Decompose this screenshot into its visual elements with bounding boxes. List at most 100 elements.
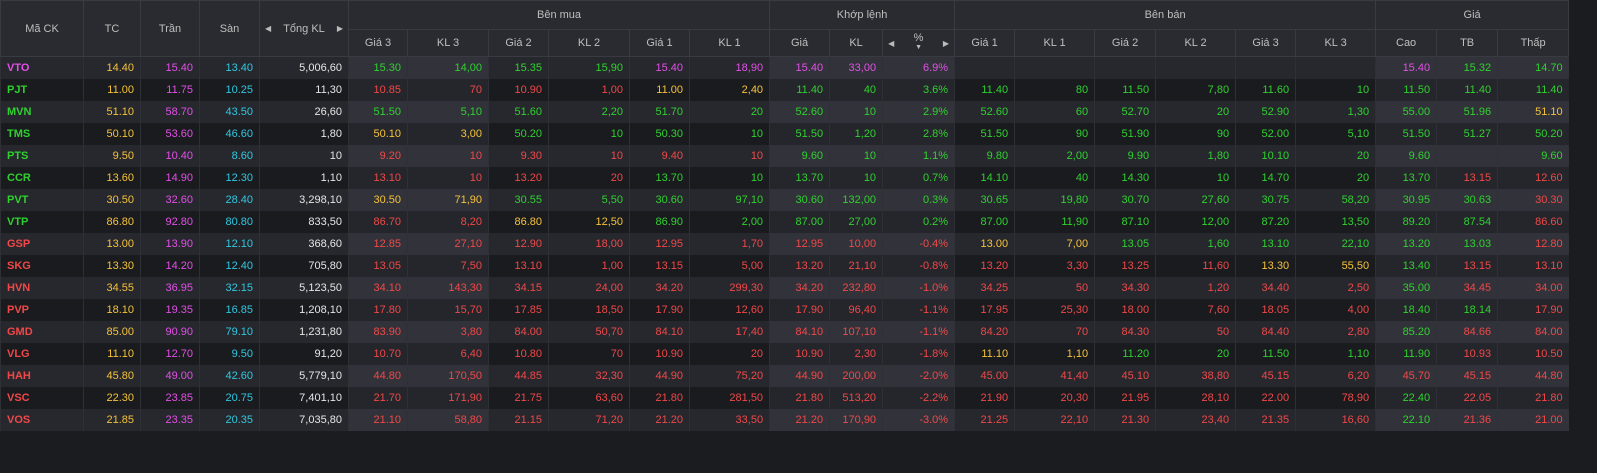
header-match-vol[interactable]: KL: [829, 29, 884, 57]
caret-left-icon[interactable]: ◀: [265, 24, 271, 33]
buy-price-3-cell: 44.80: [348, 365, 408, 387]
table-row[interactable]: VOS 21.85 23.35 20.35 7,035,80 21.10 58,80 21.1…: [0, 409, 1569, 431]
ref-price-cell: 9.50: [83, 145, 141, 167]
table-row[interactable]: CCR 13.60 14.90 12.30 1,10 13.10 10 13.20 20 13.7…: [0, 167, 1569, 189]
table-row[interactable]: HVN 34.55 36.95 32.15 5,123,50 34.10 143,30 34.…: [0, 277, 1569, 299]
total-volume-cell: 368,60: [259, 233, 349, 255]
header-buy-price-1[interactable]: Giá 1: [629, 29, 690, 57]
caret-right-icon[interactable]: ▶: [943, 39, 949, 48]
table-row[interactable]: GSP 13.00 13.90 12.10 368,60 12.85 27,10 12.90 1…: [0, 233, 1569, 255]
buy-price-2-cell: 84.00: [488, 321, 549, 343]
symbol-cell[interactable]: MVN: [0, 101, 84, 123]
buy-price-1-cell: 84.10: [629, 321, 690, 343]
table-row[interactable]: HAH 45.80 49.00 42.60 5,779,10 44.80 170,50 44.…: [0, 365, 1569, 387]
caret-right-icon[interactable]: ▶: [337, 24, 343, 33]
table-row[interactable]: PVP 18.10 19.35 16.85 1,208,10 17.80 15,70 17.8…: [0, 299, 1569, 321]
match-price-cell: 9.60: [769, 145, 830, 167]
header-match-pct-label: %: [913, 32, 924, 44]
header-sell-price-3[interactable]: Giá 3: [1235, 29, 1297, 57]
sell-price-2-cell: 13.25: [1094, 255, 1156, 277]
high-price-cell: 55.00: [1375, 101, 1437, 123]
sell-vol-1-cell: [1014, 56, 1095, 79]
table-row[interactable]: PVT 30.50 32.60 28.40 3,298,10 30.50 71,90 30.5…: [0, 189, 1569, 211]
floor-price-cell: 28.40: [199, 189, 260, 211]
table-row[interactable]: SKG 13.30 14.20 12.40 705,80 13.05 7,50 13.10 1,…: [0, 255, 1569, 277]
low-price-cell: 14.70: [1497, 56, 1569, 79]
symbol-cell[interactable]: CCR: [0, 167, 84, 189]
table-row[interactable]: PTS 9.50 10.40 8.60 10 9.20 10 9.30 10 9.40 10 9.60…: [0, 145, 1569, 167]
table-row[interactable]: VSC 22.30 23.85 20.75 7,401,10 21.70 171,90 21.…: [0, 387, 1569, 409]
symbol-cell[interactable]: TMS: [0, 123, 84, 145]
sell-vol-3-cell: 4,00: [1295, 299, 1376, 321]
header-sell-vol-2[interactable]: KL 2: [1155, 29, 1237, 57]
symbol-cell[interactable]: VSC: [0, 387, 84, 409]
header-floor[interactable]: Sàn: [199, 0, 260, 57]
buy-price-3-cell: 10.85: [348, 79, 408, 101]
header-high[interactable]: Cao: [1375, 29, 1438, 57]
floor-price-cell: 42.60: [199, 365, 260, 387]
match-vol-cell: 40: [829, 79, 883, 101]
avg-price-cell: 51.27: [1436, 123, 1498, 145]
price-board-body: VTO 14.40 15.40 13.40 5,006,60 15.30 14,00 15.3…: [0, 56, 1569, 431]
header-low[interactable]: Thấp: [1497, 29, 1570, 57]
header-sell-price-1[interactable]: Giá 1: [954, 29, 1016, 57]
sell-vol-3-cell: 22,10: [1295, 233, 1376, 255]
ref-price-cell: 30.50: [83, 189, 141, 211]
total-volume-cell: 26,60: [259, 101, 349, 123]
sort-down-icon[interactable]: ▼: [915, 43, 922, 52]
high-price-cell: 11.90: [1375, 343, 1437, 365]
header-buy-vol-1[interactable]: KL 1: [688, 29, 771, 57]
symbol-cell[interactable]: VTP: [0, 211, 84, 233]
symbol-cell[interactable]: VLG: [0, 343, 84, 365]
symbol-cell[interactable]: GMD: [0, 321, 84, 343]
symbol-cell[interactable]: GSP: [0, 233, 84, 255]
header-ref[interactable]: TC: [83, 0, 141, 57]
buy-vol-2-cell: 10: [548, 123, 630, 145]
header-ceil[interactable]: Trần: [140, 0, 200, 57]
total-volume-cell: 833,50: [259, 211, 349, 233]
total-volume-cell: 705,80: [259, 255, 349, 277]
header-sell-price-2[interactable]: Giá 2: [1094, 29, 1157, 57]
table-row[interactable]: PJT 11.00 11.75 10.25 11,30 10.85 70 10.90 1,00 1…: [0, 79, 1569, 101]
header-total-volume[interactable]: ◀ Tổng KL ▶: [259, 0, 349, 57]
header-match-pct[interactable]: ◀ % ▼ ▶: [882, 29, 956, 57]
symbol-cell[interactable]: SKG: [0, 255, 84, 277]
match-vol-cell: 21,10: [829, 255, 883, 277]
total-volume-cell: 7,035,80: [259, 409, 349, 431]
buy-price-2-cell: 51.60: [488, 101, 549, 123]
header-sell-vol-1[interactable]: KL 1: [1014, 29, 1096, 57]
header-buy-vol-2[interactable]: KL 2: [548, 29, 630, 57]
sell-price-3-cell: 30.75: [1235, 189, 1296, 211]
header-symbol[interactable]: Mã CK: [0, 0, 84, 57]
symbol-cell[interactable]: VOS: [0, 409, 84, 431]
header-sell-vol-3[interactable]: KL 3: [1295, 29, 1377, 57]
ceil-price-cell: 49.00: [140, 365, 200, 387]
table-row[interactable]: TMS 50.10 53.60 46.60 1,80 50.10 3,00 50.20 10 50…: [0, 123, 1569, 145]
symbol-cell[interactable]: PVP: [0, 299, 84, 321]
symbol-cell[interactable]: PJT: [0, 79, 84, 101]
sell-vol-2-cell: 20: [1155, 101, 1236, 123]
table-row[interactable]: VTP 86.80 92.80 80.80 833,50 86.70 8,20 86.80 12…: [0, 211, 1569, 233]
table-row[interactable]: VLG 11.10 12.70 9.50 91,20 10.70 6,40 10.80 70 10…: [0, 343, 1569, 365]
header-buy-vol-3[interactable]: KL 3: [407, 29, 489, 57]
table-row[interactable]: VTO 14.40 15.40 13.40 5,006,60 15.30 14,00 15.3…: [0, 56, 1569, 79]
sell-price-3-cell: 52.90: [1235, 101, 1296, 123]
symbol-cell[interactable]: PTS: [0, 145, 84, 167]
header-match-price[interactable]: Giá: [769, 29, 831, 57]
header-buy-price-2[interactable]: Giá 2: [488, 29, 549, 57]
symbol-cell[interactable]: VTO: [0, 56, 84, 79]
table-row[interactable]: MVN 51.10 58.70 43.50 26,60 51.50 5,10 51.60 2,2…: [0, 101, 1569, 123]
symbol-cell[interactable]: HVN: [0, 277, 84, 299]
sell-price-3-cell: 87.20: [1235, 211, 1296, 233]
sell-price-1-cell: 17.95: [954, 299, 1015, 321]
sell-vol-3-cell: 2,80: [1295, 321, 1376, 343]
table-row[interactable]: GMD 85.00 90.90 79.10 1,231,80 83.90 3,80 84.00…: [0, 321, 1569, 343]
symbol-cell[interactable]: HAH: [0, 365, 84, 387]
header-avg[interactable]: TB: [1436, 29, 1499, 57]
symbol-cell[interactable]: PVT: [0, 189, 84, 211]
header-buy-price-3[interactable]: Giá 3: [348, 29, 408, 57]
ref-price-cell: 86.80: [83, 211, 141, 233]
caret-left-icon[interactable]: ◀: [888, 39, 894, 48]
buy-price-3-cell: 17.80: [348, 299, 408, 321]
buy-vol-2-cell: 1,00: [548, 255, 630, 277]
